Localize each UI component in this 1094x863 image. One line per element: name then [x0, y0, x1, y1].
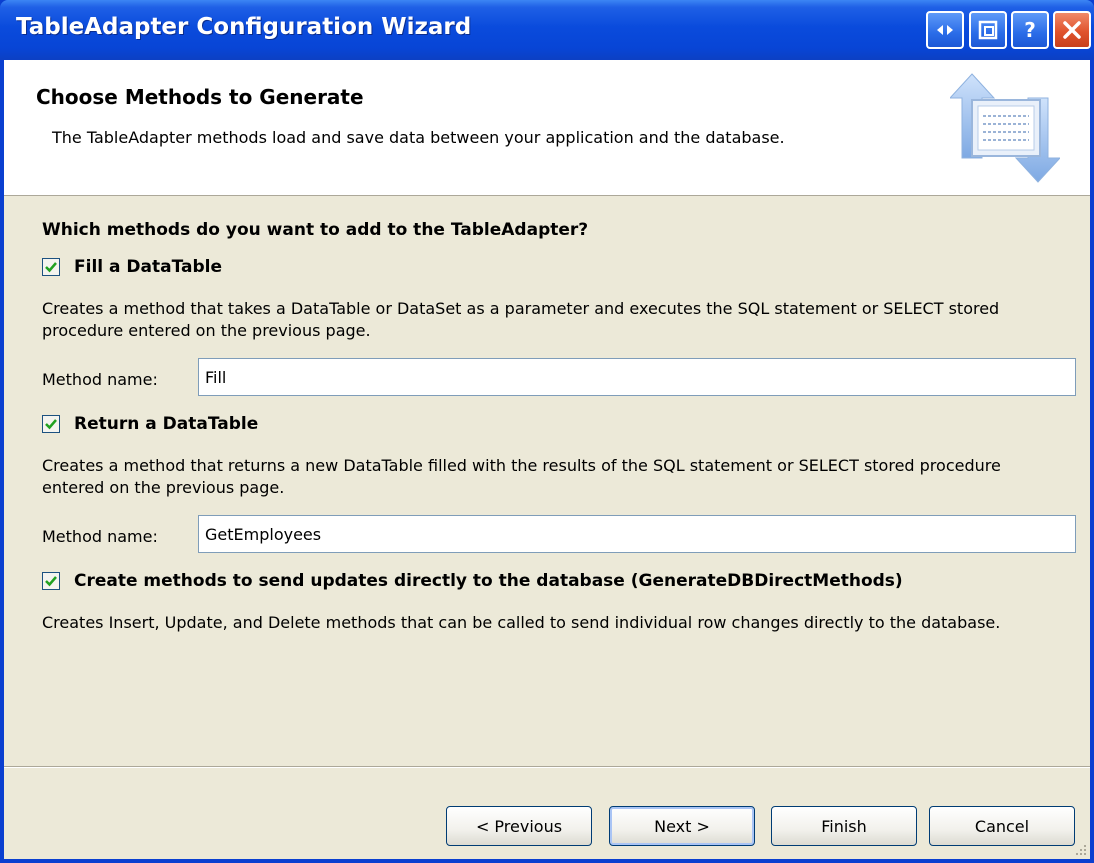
maximize-icon[interactable]	[969, 11, 1007, 49]
page-description: The TableAdapter methods load and save d…	[52, 128, 785, 147]
fill-datatable-description: Creates a method that takes a DataTable …	[42, 299, 1000, 340]
return-method-name-input[interactable]	[198, 515, 1076, 553]
db-direct-methods-checkbox[interactable]	[42, 572, 60, 590]
wizard-header: Choose Methods to Generate The TableAdap…	[4, 60, 1090, 196]
wizard-window: TableAdapter Configuration Wizard ? Choo…	[0, 0, 1094, 863]
footer-separator	[4, 766, 1090, 768]
cancel-button[interactable]: Cancel	[929, 806, 1075, 846]
checkmark-icon	[45, 576, 57, 587]
return-datatable-label: Return a DataTable	[74, 414, 259, 434]
resize-grip-icon[interactable]	[1074, 843, 1088, 857]
db-direct-methods-description: Creates Insert, Update, and Delete metho…	[42, 613, 1001, 632]
return-datatable-checkbox[interactable]	[42, 415, 60, 433]
return-datatable-description: Creates a method that returns a new Data…	[42, 456, 1001, 497]
checkmark-icon	[45, 419, 57, 430]
return-method-name-label: Method name:	[42, 527, 158, 546]
checkmark-icon	[45, 262, 57, 273]
dialog-body: Choose Methods to Generate The TableAdap…	[4, 60, 1090, 859]
window-title: TableAdapter Configuration Wizard	[16, 14, 472, 40]
methods-question: Which methods do you want to add to the …	[42, 220, 589, 240]
fill-method-name-label: Method name:	[42, 370, 158, 389]
restore-icon[interactable]	[926, 11, 964, 49]
previous-button[interactable]: < Previous	[446, 806, 592, 846]
finish-button[interactable]: Finish	[771, 806, 917, 846]
data-sync-icon	[950, 73, 1060, 183]
return-datatable-option[interactable]: Return a DataTable	[42, 413, 258, 435]
svg-text:?: ?	[1024, 19, 1036, 41]
fill-datatable-option[interactable]: Fill a DataTable	[42, 256, 222, 278]
db-direct-methods-option[interactable]: Create methods to send updates directly …	[42, 570, 903, 592]
fill-datatable-checkbox[interactable]	[42, 258, 60, 276]
next-button[interactable]: Next >	[609, 806, 755, 846]
fill-datatable-label: Fill a DataTable	[74, 257, 222, 277]
close-icon[interactable]	[1053, 11, 1091, 49]
page-title: Choose Methods to Generate	[36, 85, 364, 109]
db-direct-methods-label: Create methods to send updates directly …	[74, 571, 903, 591]
fill-method-name-input[interactable]	[198, 358, 1076, 396]
title-bar[interactable]: TableAdapter Configuration Wizard ?	[0, 0, 1094, 60]
help-icon[interactable]: ?	[1011, 11, 1049, 49]
